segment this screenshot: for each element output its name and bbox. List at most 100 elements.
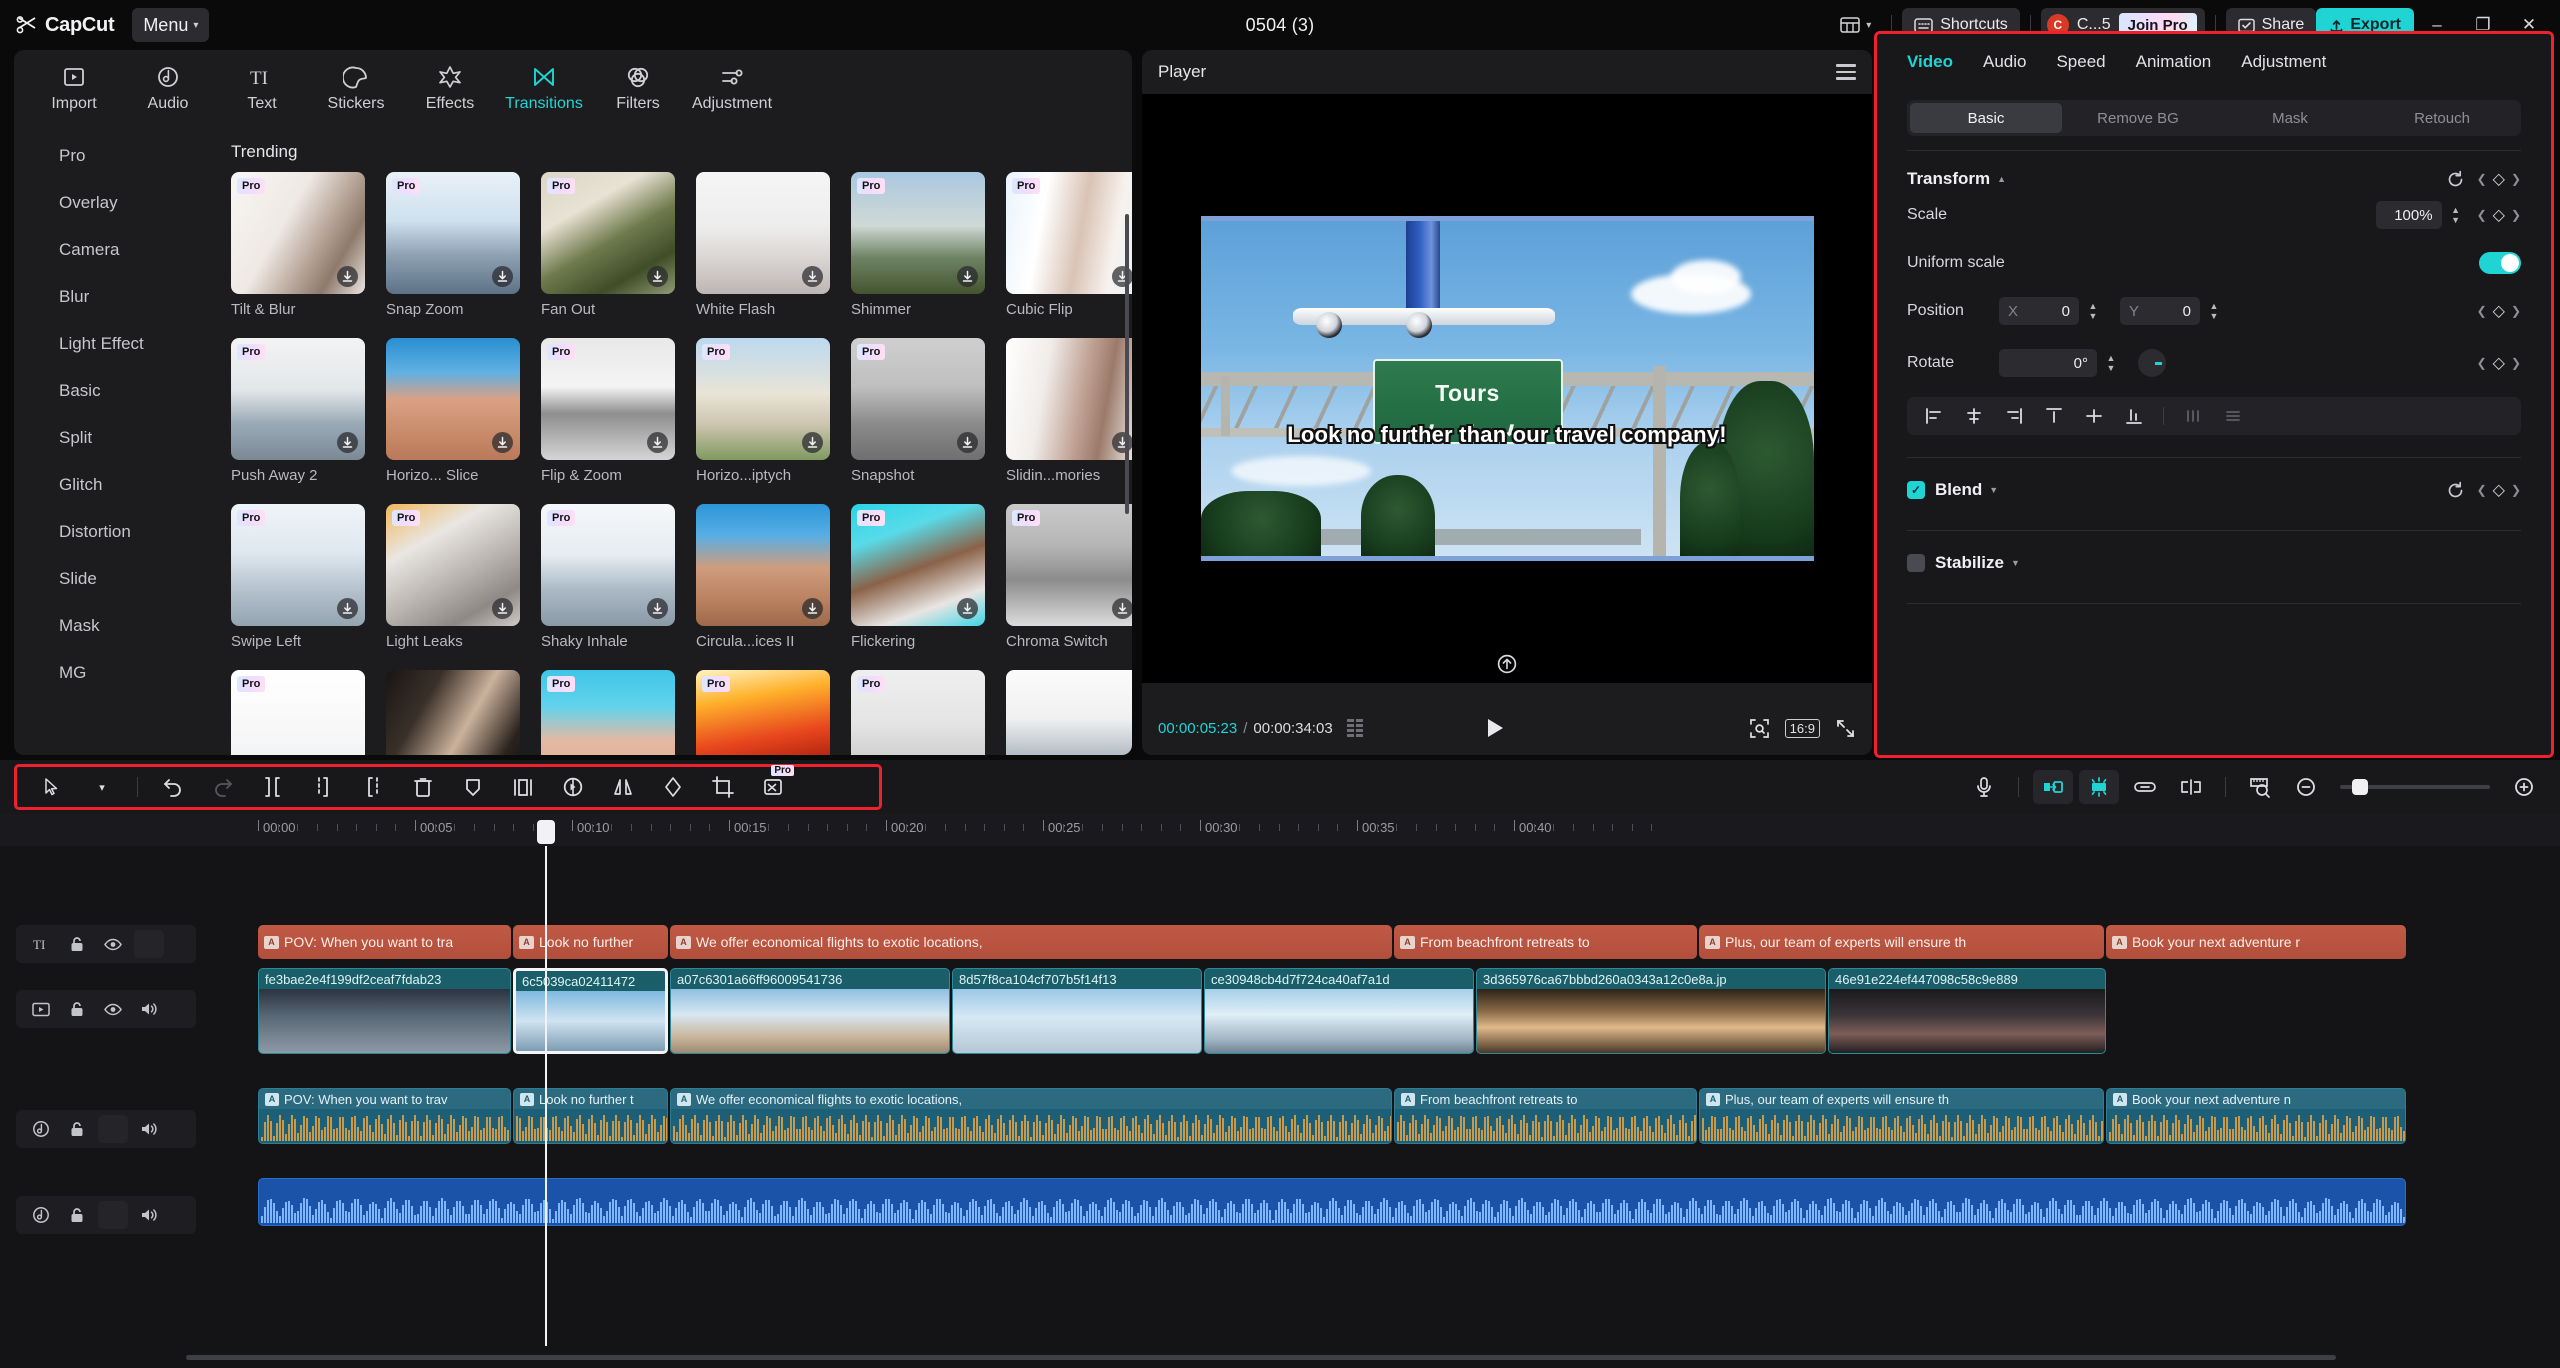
chevron-left-icon[interactable]: ❮	[2477, 356, 2487, 370]
library-category-mask[interactable]: Mask	[14, 602, 189, 649]
transition-tile[interactable]: Pro	[231, 670, 365, 755]
video-clip[interactable]: ce30948cb4d7f724ca40af7a1d	[1204, 968, 1474, 1054]
transition-thumbnail[interactable]: Pro	[541, 338, 675, 460]
align-left-icon[interactable]	[1917, 401, 1951, 431]
library-category-blur[interactable]: Blur	[14, 273, 189, 320]
select-dropdown[interactable]: ▾	[79, 769, 125, 805]
transition-tile[interactable]: ProTilt & Blur	[231, 172, 365, 318]
smart-cutout-button[interactable]: Pro	[750, 769, 796, 805]
download-icon[interactable]	[1112, 266, 1132, 287]
library-category-basic[interactable]: Basic	[14, 367, 189, 414]
download-icon[interactable]	[802, 598, 823, 619]
reset-icon[interactable]	[2446, 170, 2465, 189]
transition-tile[interactable]: Circula...ices II	[696, 504, 830, 650]
transition-thumbnail[interactable]: Pro	[541, 504, 675, 626]
timeline-ruler[interactable]: 00:0000:0500:1000:1500:2000:2500:3000:35…	[0, 814, 2560, 846]
transition-thumbnail[interactable]: Pro	[386, 504, 520, 626]
download-icon[interactable]	[337, 266, 358, 287]
playhead[interactable]	[545, 846, 547, 1346]
transition-thumbnail[interactable]: Pro	[231, 670, 365, 755]
rotate-input[interactable]: 0°	[1999, 349, 2097, 377]
distribute-vertical-icon[interactable]	[2216, 401, 2250, 431]
video-clip[interactable]: fe3bae2e4f199df2ceaf7fdab23	[258, 968, 511, 1054]
keyframe-diamond-icon[interactable]: ◇	[2493, 301, 2505, 321]
download-icon[interactable]	[337, 598, 358, 619]
transition-thumbnail[interactable]: Pro	[851, 338, 985, 460]
download-icon[interactable]	[492, 598, 513, 619]
selection-bar-bottom[interactable]	[1201, 556, 1814, 561]
library-tab-import[interactable]: Import	[32, 58, 116, 113]
properties-tab-animation[interactable]: Animation	[2136, 52, 2212, 72]
auto-fill-button[interactable]	[2033, 770, 2073, 804]
transition-tile[interactable]: ProChroma Switch	[1006, 504, 1132, 650]
reverse-button[interactable]	[550, 769, 596, 805]
record-voiceover-button[interactable]	[1964, 770, 2004, 804]
segment-retouch[interactable]: Retouch	[2366, 103, 2518, 133]
transition-tile[interactable]: ProPush Away 2	[231, 338, 365, 484]
library-category-light-effect[interactable]: Light Effect	[14, 320, 189, 367]
library-tab-filters[interactable]: Filters	[596, 58, 680, 113]
track-lock-button[interactable]	[62, 1201, 92, 1229]
transition-thumbnail[interactable]: Pro	[231, 338, 365, 460]
zoom-slider[interactable]	[2340, 785, 2490, 789]
properties-tab-video[interactable]: Video	[1907, 52, 1953, 72]
zoom-slider-handle[interactable]	[2352, 779, 2368, 795]
chevron-down-icon[interactable]: ▼	[2011, 558, 2020, 568]
transition-thumbnail[interactable]: Pro	[386, 172, 520, 294]
freeze-button[interactable]	[500, 769, 546, 805]
transition-tile[interactable]: ProLight Leaks	[386, 504, 520, 650]
download-icon[interactable]	[492, 266, 513, 287]
split-button[interactable]	[250, 769, 296, 805]
library-category-camera[interactable]: Camera	[14, 226, 189, 273]
transition-tile[interactable]: ProFlickering	[851, 504, 985, 650]
keyframe-diamond-icon[interactable]: ◇	[2493, 169, 2505, 189]
transition-thumbnail[interactable]: Pro	[851, 504, 985, 626]
undo-button[interactable]	[150, 769, 196, 805]
transition-thumbnail[interactable]	[1006, 338, 1132, 460]
segment-mask[interactable]: Mask	[2214, 103, 2366, 133]
align-center-vertical-icon[interactable]	[2077, 401, 2111, 431]
trim-left-button[interactable]	[300, 769, 346, 805]
library-category-pro[interactable]: Pro	[14, 132, 189, 179]
text-clip[interactable]: AWe offer economical flights to exotic l…	[670, 925, 1392, 959]
transition-thumbnail[interactable]: Pro	[231, 172, 365, 294]
uniform-scale-toggle[interactable]	[2479, 252, 2521, 274]
keyframe-control[interactable]: ❮ ◇ ❯	[2477, 169, 2521, 189]
reset-transform-icon[interactable]	[1496, 653, 1518, 675]
position-y-stepper[interactable]: ▲▼	[2205, 297, 2223, 325]
align-right-icon[interactable]	[1997, 401, 2031, 431]
transition-tile[interactable]: Horizo... Slice	[386, 338, 520, 484]
download-icon[interactable]	[492, 432, 513, 453]
chevron-right-icon[interactable]: ❯	[2511, 483, 2521, 497]
rotate-stepper[interactable]: ▲▼	[2102, 349, 2120, 377]
transition-tile[interactable]: ProSnap Zoom	[386, 172, 520, 318]
transition-tile[interactable]: Slidin...mories	[1006, 338, 1132, 484]
transition-tile[interactable]: ProShaky Inhale	[541, 504, 675, 650]
video-clip[interactable]: a07c6301a66ff96009541736	[670, 968, 950, 1054]
library-tab-text[interactable]: TIText	[220, 58, 304, 113]
download-icon[interactable]	[337, 432, 358, 453]
transition-tile[interactable]: ProFlip & Zoom	[541, 338, 675, 484]
library-category-mg[interactable]: MG	[14, 649, 189, 696]
transition-tile[interactable]: ProSnapshot	[851, 338, 985, 484]
distribute-horizontal-icon[interactable]	[2176, 401, 2210, 431]
transition-thumbnail[interactable]: Pro	[1006, 504, 1132, 626]
transition-thumbnail[interactable]: Pro	[541, 670, 675, 755]
library-tab-effects[interactable]: Effects	[408, 58, 492, 113]
audio-clip[interactable]: APlus, our team of experts will ensure t…	[1699, 1088, 2104, 1144]
link-clips-button[interactable]	[2125, 770, 2165, 804]
text-clip[interactable]: ALook no further	[513, 925, 668, 959]
download-icon[interactable]	[647, 598, 668, 619]
scale-input[interactable]: 100%	[2376, 201, 2442, 229]
position-y-input[interactable]: Y 0	[2120, 297, 2200, 325]
properties-tab-audio[interactable]: Audio	[1983, 52, 2026, 72]
video-clip[interactable]: 3d365976ca67bbbd260a0343a12c0e8a.jp	[1476, 968, 1826, 1054]
transition-tile[interactable]	[386, 670, 520, 755]
chevron-left-icon[interactable]: ❮	[2477, 172, 2487, 186]
transition-tile[interactable]: Pro	[851, 670, 985, 755]
chevron-left-icon[interactable]: ❮	[2477, 304, 2487, 318]
library-category-overlay[interactable]: Overlay	[14, 179, 189, 226]
text-clip[interactable]: ABook your next adventure r	[2106, 925, 2406, 959]
fullscreen-icon[interactable]	[1835, 718, 1856, 739]
rotate-dial[interactable]	[2138, 349, 2166, 377]
